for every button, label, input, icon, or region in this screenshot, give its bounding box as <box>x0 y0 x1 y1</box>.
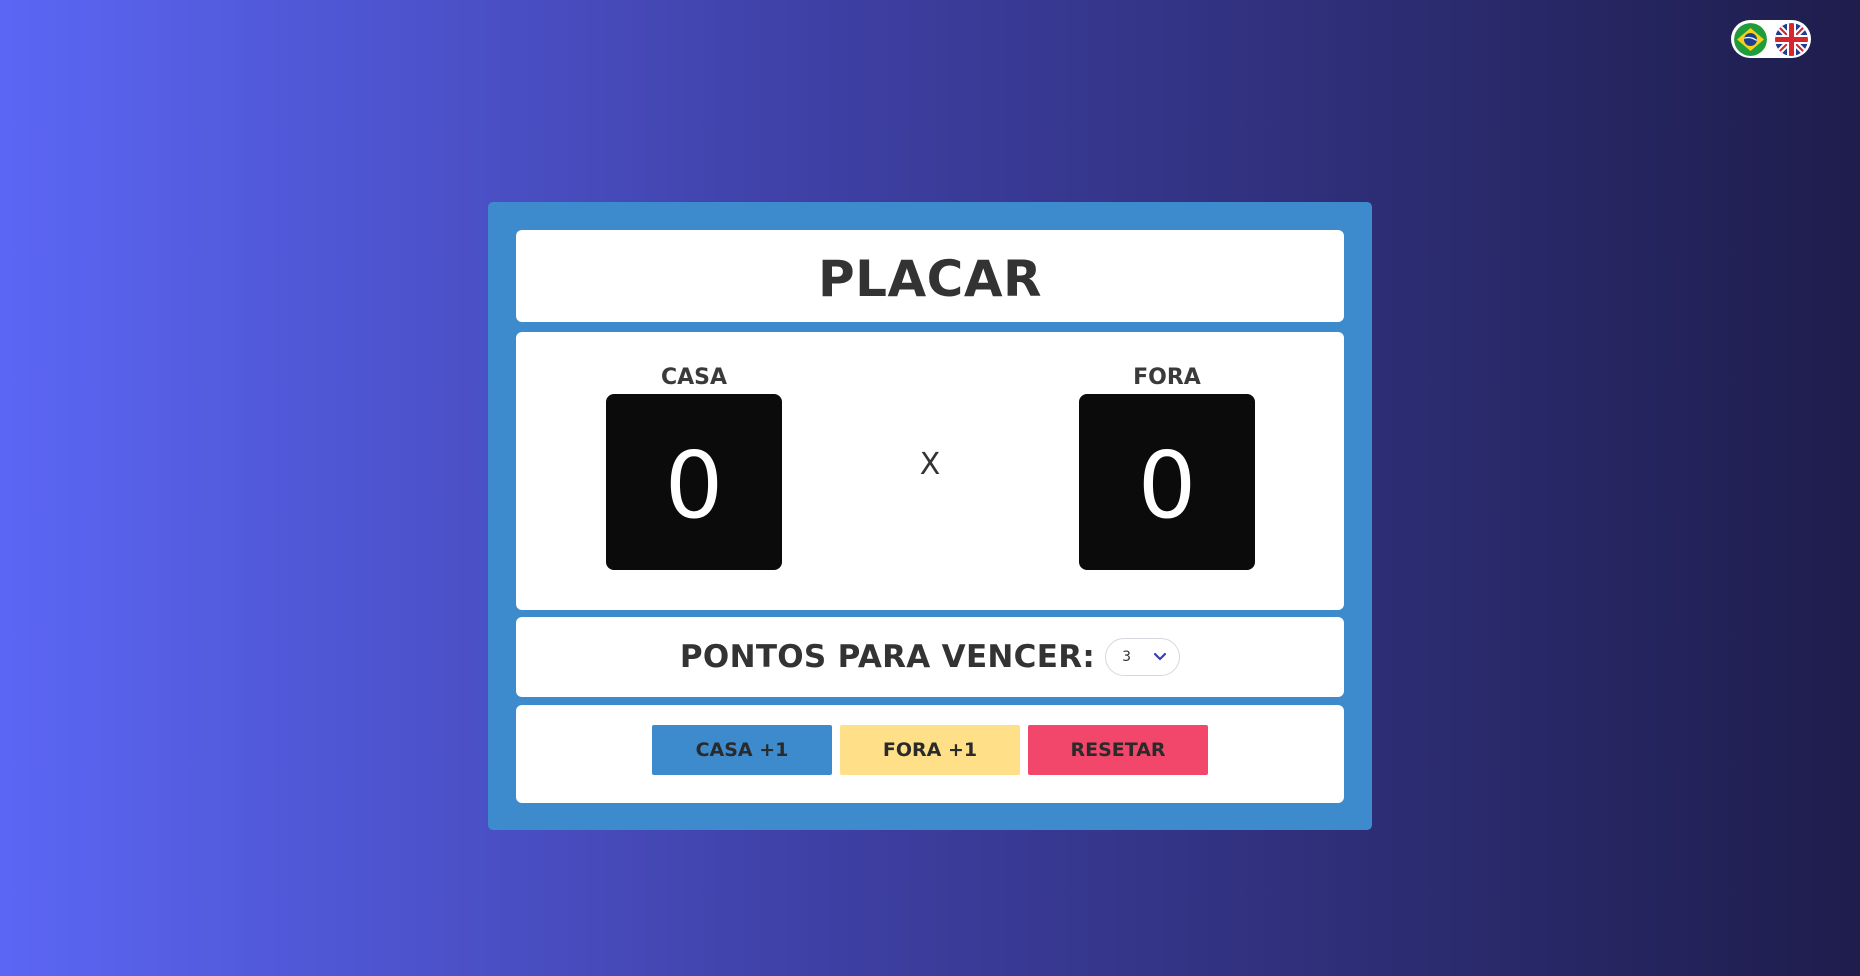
home-plus-one-button[interactable]: CASA +1 <box>652 725 832 775</box>
points-to-win-select[interactable]: 3 <box>1105 638 1181 676</box>
actions-row: CASA +1 FORA +1 RESETAR <box>516 725 1344 775</box>
home-team-label: CASA <box>660 365 728 390</box>
points-panel: PONTOS PARA VENCER: 3 <box>516 617 1344 697</box>
title-panel: PLACAR <box>516 230 1344 322</box>
points-to-win-value: 3 <box>1122 649 1131 665</box>
page-title: PLACAR <box>817 250 1043 308</box>
score-panel: CASA 0 X FORA 0 <box>516 332 1344 610</box>
away-plus-one-button[interactable]: FORA +1 <box>840 725 1020 775</box>
home-score: 0 <box>606 394 782 570</box>
brazil-flag-icon[interactable] <box>1734 22 1767 56</box>
uk-flag-icon[interactable] <box>1775 22 1808 56</box>
away-score: 0 <box>1079 394 1255 570</box>
actions-panel: CASA +1 FORA +1 RESETAR <box>516 705 1344 803</box>
scoreboard-card: PLACAR CASA 0 X FORA 0 PONTOS PARA VENCE… <box>488 202 1372 830</box>
away-team: FORA 0 <box>1079 367 1255 570</box>
points-row: PONTOS PARA VENCER: 3 <box>516 617 1344 697</box>
away-team-label: FORA <box>1133 365 1201 390</box>
language-switcher <box>1731 20 1811 58</box>
reset-button[interactable]: RESETAR <box>1028 725 1208 775</box>
chevron-down-icon <box>1153 652 1167 662</box>
points-to-win-label: PONTOS PARA VENCER: <box>679 639 1096 675</box>
